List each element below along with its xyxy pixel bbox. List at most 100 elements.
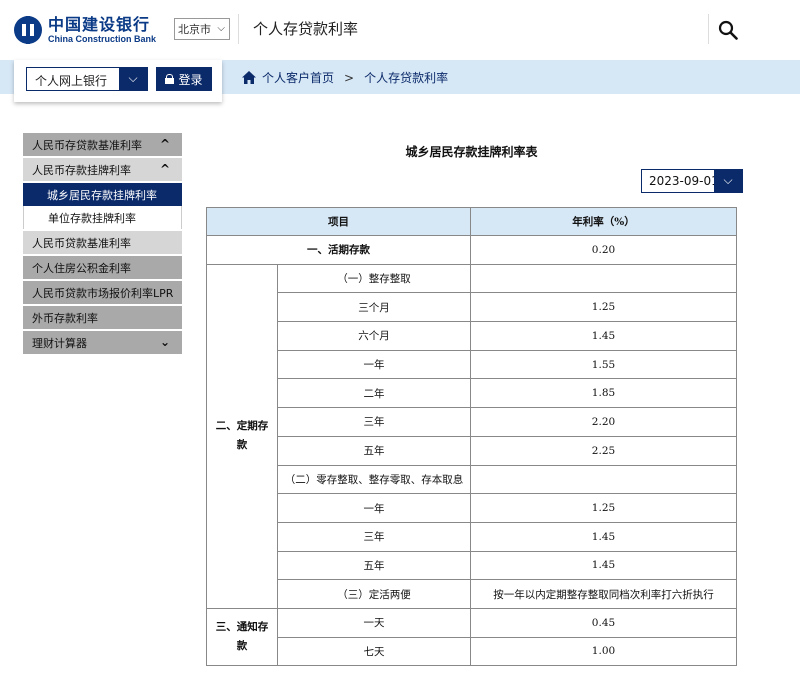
sidebar-item-label: 人民币存款挂牌利率: [32, 163, 131, 177]
table-row: 二年 1.85: [207, 378, 737, 409]
table-row: （三）定活两便 按一年以内定期整存整取同档次利率打六折执行: [207, 579, 737, 609]
sidebar-item-housing-fund-rates[interactable]: 个人住房公积金利率: [23, 256, 182, 279]
sidebar-item-foreign-deposit-rates[interactable]: 外币存款利率: [23, 306, 182, 329]
column-header-rate: 年利率（%）: [470, 207, 737, 236]
subgroup-label: （一）整存整取: [277, 263, 471, 294]
sidebar-item-resident-deposit-rates[interactable]: 城乡居民存款挂牌利率: [23, 183, 182, 206]
row-rate: 2.20: [470, 407, 737, 437]
city-select[interactable]: 北京市 ⌵: [174, 18, 230, 40]
row-rate: 1.25: [470, 493, 737, 523]
header: 中国建设银行 China Construction Bank 北京市 ⌵ 个人存…: [0, 0, 800, 60]
sidebar-item-label: 人民币贷款基准利率: [32, 236, 131, 250]
subgroup-label: （二）零存整取、整存零取、存本取息: [277, 464, 471, 495]
sidebar-item-label: 外币存款利率: [32, 311, 98, 325]
login-button[interactable]: 登录: [156, 67, 212, 91]
row-term: 六个月: [277, 321, 471, 351]
login-button-label: 登录: [178, 72, 203, 87]
city-select-value: 北京市: [178, 23, 211, 36]
row-rate: [470, 263, 737, 294]
column-header-item: 项目: [206, 207, 471, 236]
table-row: 三、通知存款 一天 0.45: [206, 607, 737, 667]
ccb-logo[interactable]: 中国建设银行 China Construction Bank: [14, 14, 156, 46]
table-row: 一年 1.25: [207, 493, 737, 523]
row-term: 三个月: [277, 292, 471, 323]
sidebar-item-rmb-loan-rates[interactable]: 人民币贷款基准利率: [23, 231, 182, 254]
sidebar-item-rmb-deposit-rates[interactable]: 人民币存款挂牌利率 ^: [23, 158, 182, 181]
sidebar-item-label: 单位存款挂牌利率: [48, 211, 136, 225]
sidebar-item-label: 理财计算器: [32, 336, 87, 350]
breadcrumb-current: 个人存贷款利率: [364, 71, 449, 85]
row-rate: 1.45: [470, 550, 737, 581]
rates-table: 项目 年利率（%） 一、活期存款 0.20 二、定期存款 （一）整存整取 三个月…: [206, 207, 737, 667]
breadcrumb-separator: >: [344, 70, 355, 85]
row-term: 三年: [277, 521, 471, 552]
row-rate: 1.55: [470, 349, 737, 380]
row-term: 二年: [277, 378, 471, 409]
table-row: 五年 2.25: [207, 435, 737, 466]
logo-english-name: China Construction Bank: [48, 33, 157, 44]
bank-type-select[interactable]: 个人网上银行 ⌵: [26, 67, 148, 91]
chevron-down-icon: ⌄: [159, 335, 170, 349]
row-rate: 按一年以内定期整存整取同档次利率打六折执行: [470, 579, 737, 609]
home-icon[interactable]: [242, 71, 256, 84]
sidebar-item-lpr[interactable]: 人民币贷款市场报价利率LPR: [23, 281, 182, 304]
ccb-logo-icon: [14, 16, 42, 44]
sidebar: 人民币存贷款基准利率 ^ 人民币存款挂牌利率 ^ 城乡居民存款挂牌利率 单位存款…: [23, 133, 182, 356]
breadcrumb-home-link[interactable]: 个人客户首页: [262, 69, 334, 86]
table-row: 五年 1.45: [207, 550, 737, 581]
chevron-down-icon[interactable]: ⌵: [119, 68, 147, 90]
sidebar-item-financial-calculator[interactable]: 理财计算器 ⌄: [23, 331, 182, 354]
search-icon[interactable]: [718, 20, 738, 40]
table-row: 三年 1.45: [207, 521, 737, 552]
chevron-up-icon: ^: [159, 137, 170, 151]
chevron-down-icon: ⌵: [217, 23, 225, 34]
date-select[interactable]: 2023-09-01 ⌵: [641, 169, 743, 193]
sidebar-item-label: 人民币贷款市场报价利率LPR: [32, 286, 174, 300]
table-title: 城乡居民存款挂牌利率表: [405, 145, 538, 159]
table-header-row: 项目 年利率（%）: [206, 207, 737, 236]
row-rate: 1.00: [470, 636, 737, 667]
row-term: 七天: [277, 636, 471, 667]
bank-type-value: 个人网上银行: [35, 74, 108, 88]
row-term: 五年: [277, 550, 471, 581]
row-term: 一天: [277, 607, 471, 638]
row-rate: 0.45: [470, 607, 737, 638]
row-rate: 1.85: [470, 378, 737, 409]
row-term: 一年: [277, 493, 471, 523]
row-rate: 2.25: [470, 435, 737, 466]
table-row: 三个月 1.25: [207, 292, 737, 323]
sidebar-item-label: 个人住房公积金利率: [32, 261, 131, 275]
lock-icon: [165, 74, 175, 84]
table-row: 一、活期存款 0.20: [206, 235, 737, 265]
logo-chinese-name: 中国建设银行: [48, 14, 151, 34]
table-row: 二、定期存款 （一）整存整取: [206, 263, 737, 609]
sidebar-item-label: 城乡居民存款挂牌利率: [47, 188, 157, 202]
row-label: 一、活期存款: [206, 235, 471, 265]
date-select-value: 2023-09-01: [649, 174, 719, 188]
chevron-down-icon[interactable]: ⌵: [714, 170, 742, 192]
group-label-fixed: 二、定期存款: [206, 263, 278, 609]
table-row: 七天 1.00: [207, 636, 737, 667]
row-rate: 1.25: [470, 292, 737, 323]
sidebar-item-label: 人民币存贷款基准利率: [32, 138, 142, 152]
divider: [238, 14, 239, 44]
row-rate: 1.45: [470, 321, 737, 351]
row-rate: 1.45: [470, 521, 737, 552]
subgroup-label: （三）定活两便: [277, 579, 471, 609]
sidebar-item-corporate-deposit-rates[interactable]: 单位存款挂牌利率: [23, 206, 182, 229]
chevron-up-icon: ^: [159, 162, 170, 176]
row-term: 五年: [277, 435, 471, 466]
group-label-notice: 三、通知存款: [206, 607, 278, 667]
row-term: 三年: [277, 407, 471, 437]
sidebar-item-rmb-benchmark-rates[interactable]: 人民币存贷款基准利率 ^: [23, 133, 182, 156]
table-row: （二）零存整取、整存零取、存本取息: [207, 464, 737, 495]
row-rate: [470, 464, 737, 495]
page-title: 个人存贷款利率: [253, 20, 359, 38]
table-row: 六个月 1.45: [207, 321, 737, 351]
table-row: 一年 1.55: [207, 349, 737, 380]
row-term: 一年: [277, 349, 471, 380]
divider: [708, 14, 709, 44]
login-panel: 个人网上银行 ⌵ 登录: [14, 60, 222, 102]
table-row: 三年 2.20: [207, 407, 737, 437]
row-rate: 0.20: [470, 235, 737, 265]
